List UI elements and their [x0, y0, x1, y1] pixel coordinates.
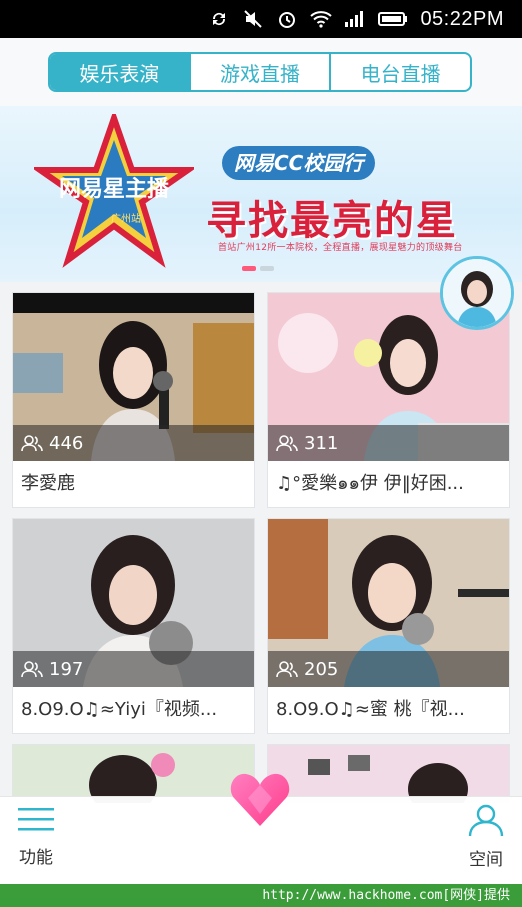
viewers-icon	[276, 661, 298, 678]
star-badge-logo: 网易星主播 广州站	[34, 114, 194, 268]
stream-thumbnail: 197	[13, 519, 254, 687]
function-menu-button[interactable]: 功能	[14, 805, 58, 868]
viewer-count: 197	[49, 658, 84, 680]
signal-icon	[344, 8, 366, 30]
sync-icon	[208, 8, 230, 30]
viewer-count: 205	[304, 658, 339, 680]
viewer-count-bar: 311	[268, 425, 509, 461]
viewer-count: 311	[304, 432, 339, 454]
floating-avatar[interactable]	[440, 256, 514, 330]
category-tabs: 娱乐表演 游戏直播 电台直播	[48, 52, 472, 92]
tab-game-live[interactable]: 游戏直播	[188, 54, 330, 90]
stream-title: 8.O9.O♫≈Yiyi『视频...	[21, 699, 218, 720]
wifi-icon	[310, 8, 333, 30]
space-label: 空间	[469, 850, 503, 870]
banner-dot	[260, 266, 274, 271]
promo-banner[interactable]: 网易星主播 广州站 网易CC校园行 寻找最亮的星 首站广州12所一本院校，全程直…	[0, 106, 522, 282]
user-icon	[468, 804, 504, 837]
category-tabs-bar: 娱乐表演 游戏直播 电台直播	[0, 38, 522, 106]
badge-text: 网易星主播	[59, 177, 170, 202]
viewers-icon	[276, 435, 298, 452]
avatar-portrait	[443, 259, 511, 327]
tab-entertainment[interactable]: 娱乐表演	[50, 54, 189, 90]
watermark: http://www.hackhome.com[网侠]提供	[0, 884, 522, 907]
stream-title: ♫°愛樂๑๑伊 伊‖好困...	[276, 473, 464, 494]
stream-thumbnail: 205	[268, 519, 509, 687]
cc-campus-pill: 网易CC校园行	[222, 146, 376, 180]
battery-icon	[378, 8, 408, 30]
function-label: 功能	[19, 848, 53, 868]
banner-subtitle: 首站广州12所一本院校，全程直播，展现星魅力的顶级舞台	[218, 243, 463, 253]
viewer-count: 446	[49, 432, 84, 454]
heart-icon[interactable]	[228, 770, 292, 828]
banner-headline: 寻找最亮的星	[206, 198, 458, 244]
status-time: 05:22PM	[420, 7, 504, 30]
stream-grid: 446 李愛鹿 311 ♫°愛樂๑๑伊 伊‖好困... 197 8.O9.O♫≈…	[0, 282, 522, 804]
mute-icon	[242, 8, 264, 30]
viewer-count-bar: 205	[268, 651, 509, 687]
banner-dot-active	[242, 266, 256, 271]
status-bar: 05:22PM	[0, 0, 522, 38]
viewers-icon	[21, 435, 43, 452]
stream-card[interactable]: 446 李愛鹿	[12, 292, 255, 508]
app-screen: 05:22PM 娱乐表演 游戏直播 电台直播 网易星主播 广州站 网易CC校园行…	[0, 0, 522, 907]
stream-title: 李愛鹿	[21, 473, 75, 494]
viewer-count-bar: 446	[13, 425, 254, 461]
menu-icon	[18, 808, 54, 831]
viewer-count-bar: 197	[13, 651, 254, 687]
stream-card[interactable]	[12, 744, 255, 804]
viewers-icon	[21, 661, 43, 678]
stream-title: 8.O9.O♫≈蜜 桃『视...	[276, 699, 465, 720]
stream-thumbnail: 446	[13, 293, 254, 461]
banner-page-indicator	[242, 266, 274, 271]
stream-card[interactable]: 205 8.O9.O♫≈蜜 桃『视...	[267, 518, 510, 734]
space-button[interactable]: 空间	[464, 803, 508, 870]
alarm-icon	[276, 8, 298, 30]
tab-radio-live[interactable]: 电台直播	[329, 54, 470, 90]
badge-sub: 广州站	[111, 212, 141, 225]
stream-card[interactable]	[267, 744, 510, 804]
stream-card[interactable]: 197 8.O9.O♫≈Yiyi『视频...	[12, 518, 255, 734]
